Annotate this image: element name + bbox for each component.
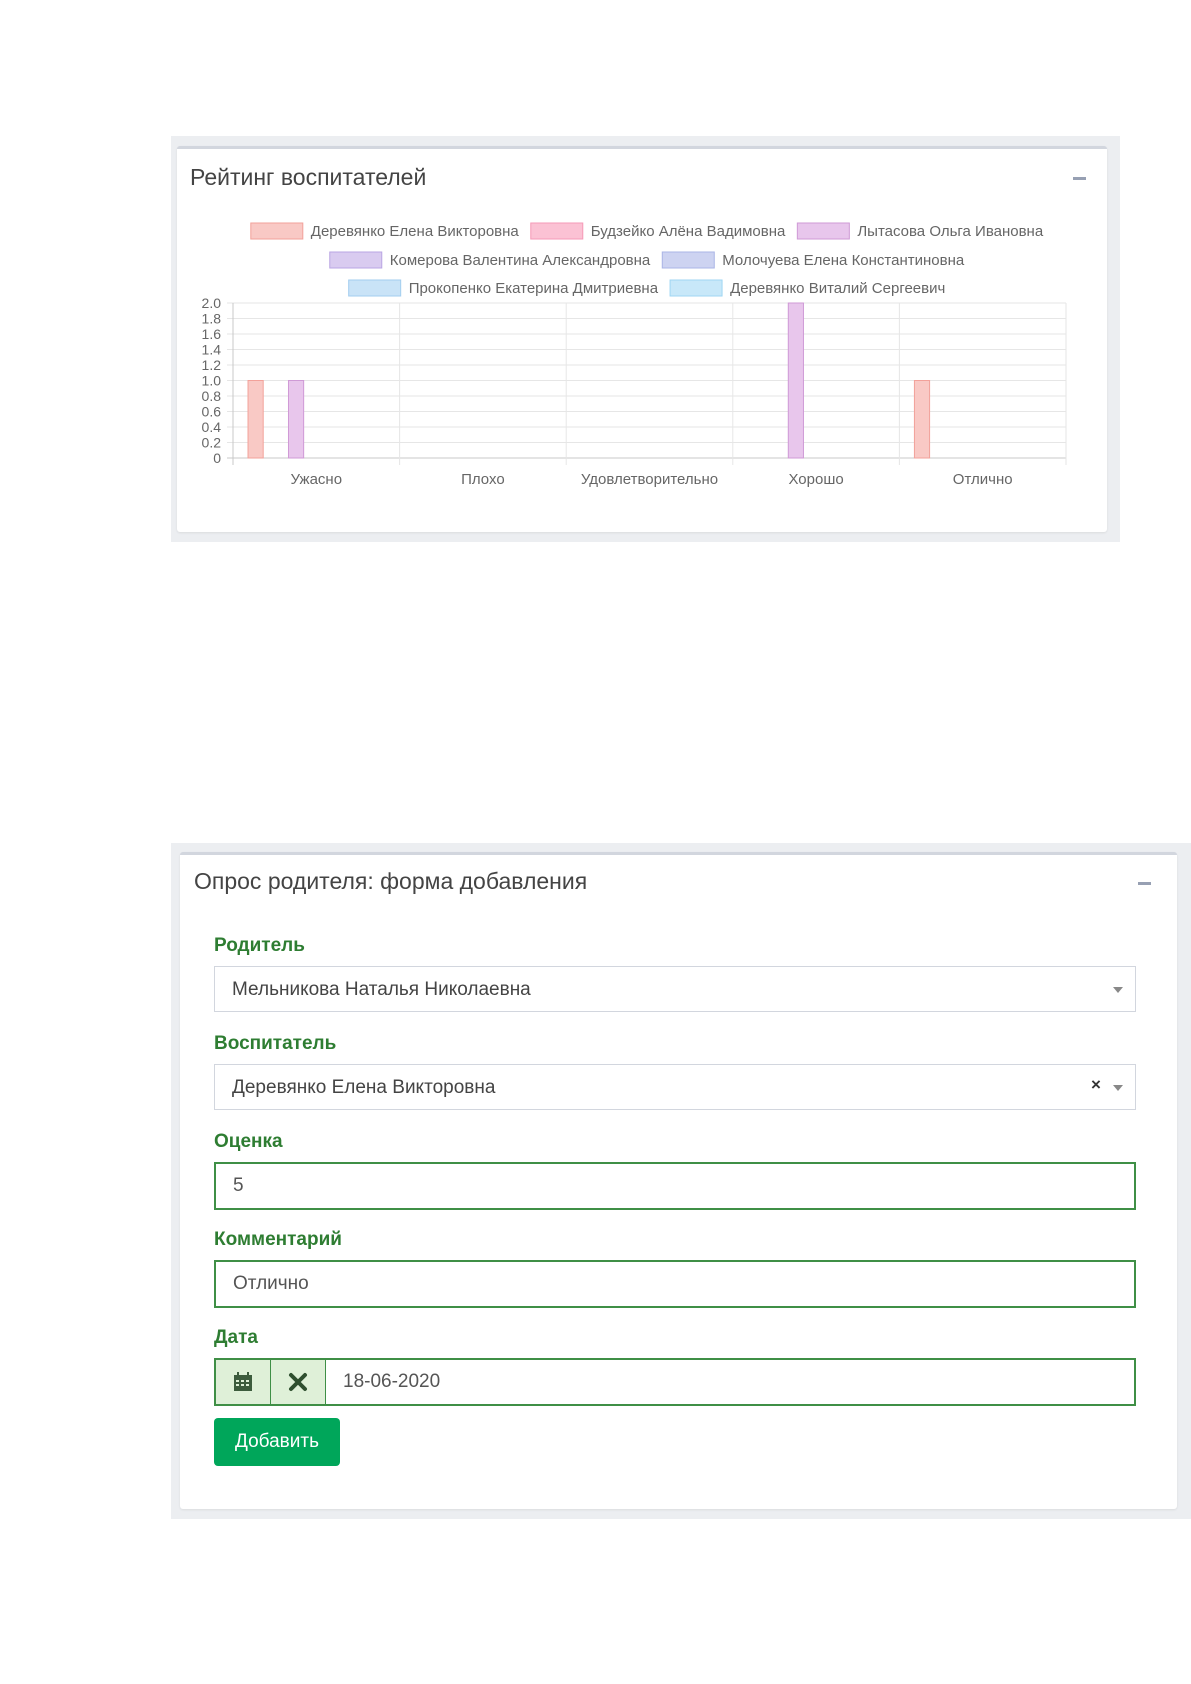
add-button[interactable]: Добавить bbox=[214, 1418, 340, 1466]
bar bbox=[787, 302, 804, 459]
chevron-down-icon[interactable] bbox=[1113, 1085, 1123, 1091]
form-panel-title: Опрос родителя: форма добавления bbox=[194, 868, 588, 894]
bar bbox=[247, 380, 264, 459]
legend-swatch bbox=[348, 279, 402, 297]
rating-bar-chart: Деревянко Елена Викторовна Будзейко Алёна… bbox=[202, 222, 1067, 488]
x-tick-label: Плохо bbox=[461, 471, 505, 488]
legend-label: Деревянко Виталий Сергеевич bbox=[730, 280, 945, 297]
y-tick-label: 0 bbox=[213, 450, 221, 466]
y-tick-label: 0.8 bbox=[202, 388, 222, 404]
clear-selection-icon[interactable]: × bbox=[1091, 1075, 1101, 1095]
y-tick-label: 1.6 bbox=[202, 326, 222, 342]
date-label: Дата bbox=[214, 1327, 258, 1348]
teacher-select[interactable]: Деревянко Елена Викторовна × bbox=[214, 1064, 1136, 1110]
legend-label: Молочуева Елена Константиновна bbox=[722, 252, 965, 269]
x-tick-label: Ужасно bbox=[291, 471, 343, 488]
legend-label: Комерова Валентина Александровна bbox=[390, 252, 651, 269]
legend-swatch bbox=[661, 251, 715, 269]
calendar-icon bbox=[234, 1372, 252, 1391]
bar bbox=[287, 380, 305, 459]
y-tick-label: 2.0 bbox=[202, 295, 222, 311]
y-tick-label: 0.6 bbox=[202, 404, 222, 420]
form-panel-frame: Опрос родителя: форма добавления Родител… bbox=[171, 843, 1191, 1519]
score-input[interactable] bbox=[214, 1162, 1136, 1210]
parent-select-value: Мельникова Наталья Николаевна bbox=[232, 979, 531, 1000]
teacher-select-value: Деревянко Елена Викторовна bbox=[232, 1077, 496, 1098]
times-icon bbox=[289, 1373, 307, 1391]
comment-label: Комментарий bbox=[214, 1229, 342, 1250]
legend-label: Прокопенко Екатерина Дмитриевна bbox=[409, 280, 659, 297]
teacher-label: Воспитатель bbox=[214, 1033, 337, 1054]
legend-swatch bbox=[329, 251, 383, 269]
comment-input[interactable] bbox=[214, 1260, 1136, 1308]
y-tick-label: 0.4 bbox=[202, 419, 222, 435]
x-tick-label: Удовлетворительно bbox=[581, 471, 718, 488]
legend-swatch bbox=[796, 222, 850, 240]
date-input-group bbox=[214, 1358, 1143, 1406]
collapse-minus-icon[interactable] bbox=[1138, 882, 1151, 885]
parent-select[interactable]: Мельникова Наталья Николаевна bbox=[214, 966, 1136, 1012]
x-tick-label: Отлично bbox=[953, 471, 1013, 488]
legend-swatch bbox=[669, 279, 723, 297]
legend-swatch bbox=[250, 222, 304, 240]
rating-panel-frame: Рейтинг воспитателей Деревянко Елена Вик… bbox=[171, 136, 1120, 542]
y-tick-label: 1.2 bbox=[202, 357, 222, 373]
clear-date-button[interactable] bbox=[271, 1360, 326, 1404]
legend-label: Будзейко Алёна Вадимовна bbox=[591, 223, 786, 240]
legend-label: Деревянко Елена Викторовна bbox=[311, 223, 520, 240]
x-tick-label: Хорошо bbox=[788, 471, 843, 488]
y-tick-label: 1.8 bbox=[202, 311, 222, 327]
legend-swatch bbox=[530, 222, 584, 240]
form-panel: Опрос родителя: форма добавления Родител… bbox=[180, 852, 1177, 1509]
date-input[interactable] bbox=[326, 1360, 1143, 1404]
y-tick-label: 1.4 bbox=[202, 342, 222, 358]
calendar-button[interactable] bbox=[216, 1360, 271, 1404]
parent-label: Родитель bbox=[214, 935, 305, 956]
y-tick-label: 1.0 bbox=[202, 373, 222, 389]
bar bbox=[913, 380, 931, 459]
legend-label: Лытасова Ольга Ивановна bbox=[857, 223, 1044, 240]
chevron-down-icon[interactable] bbox=[1113, 987, 1123, 993]
rating-panel: Рейтинг воспитателей Деревянко Елена Вик… bbox=[177, 146, 1107, 532]
y-tick-label: 0.2 bbox=[202, 435, 222, 451]
score-label: Оценка bbox=[214, 1131, 283, 1152]
